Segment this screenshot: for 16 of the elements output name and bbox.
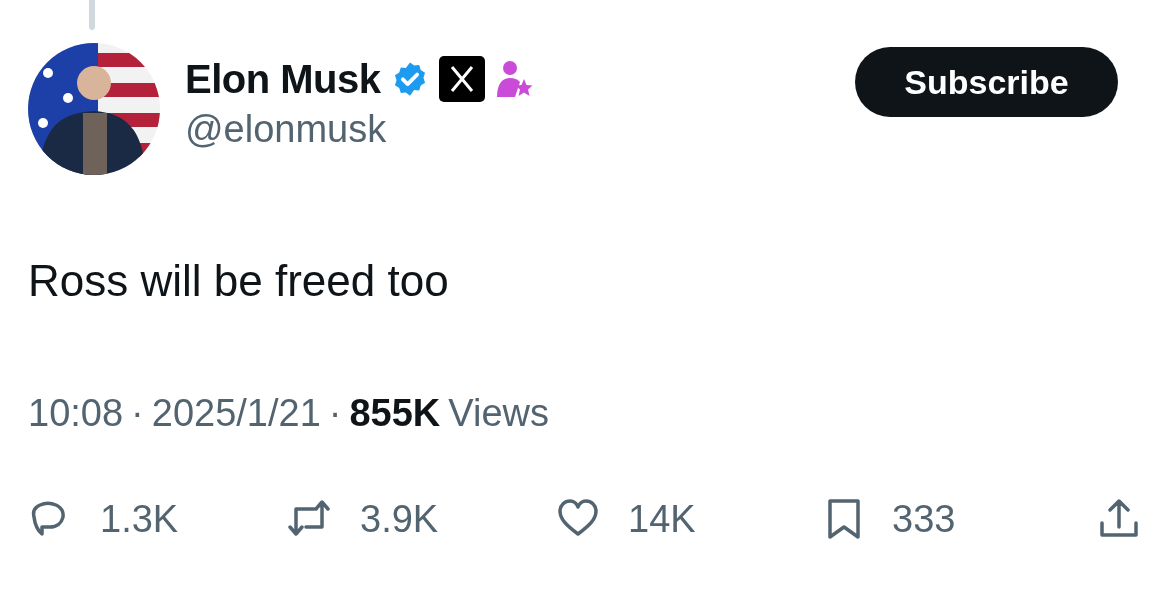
subscribe-button[interactable]: Subscribe [855,47,1118,117]
post-time: 10:08 [28,391,124,436]
views-label: Views [448,391,549,436]
separator-dot: · [328,391,342,436]
post-text: Ross will be freed too [27,255,450,307]
separator-dot: · [131,391,144,436]
author-name[interactable]: Elon Musk [185,53,381,105]
bookmark-count: 333 [892,496,956,542]
like-count: 14K [628,496,696,542]
views-count: 855K [349,391,441,436]
reply-count: 1.3K [100,496,179,542]
post-date: 2025/1/21 [151,391,321,436]
person-star-icon [494,59,533,99]
author-handle[interactable]: @elonmusk [185,105,533,153]
repost-count: 3.9K [360,496,439,542]
x-mark-icon [438,56,485,102]
